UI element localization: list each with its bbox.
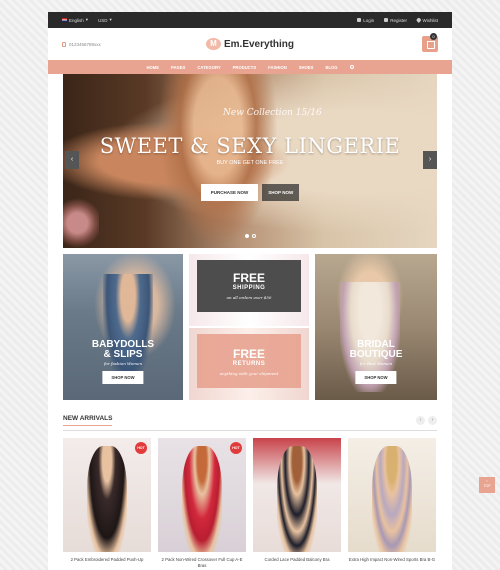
bridal-shop-button[interactable]: SHOP NOW [355,371,397,384]
cart-button[interactable]: 0 [422,33,438,52]
free-shipping-subtitle: SHIPPING [232,285,266,291]
register-label: Register [390,17,407,23]
new-arrivals-header: NEW ARRIVALS ‹ › [63,415,437,426]
hero-buttons: PURCHASE NOW SHOP NOW [63,184,437,201]
product-model-image [277,446,317,552]
babydolls-shop-button[interactable]: SHOP NOW [102,371,144,384]
babydolls-banner[interactable]: BABYDOLLS & SLIPS for fashion Women SHOP… [63,254,183,400]
product-model-image [372,446,412,552]
nav-item-shoes[interactable]: SHOES [299,65,314,70]
free-returns-banner[interactable]: FREE RETURNS anything with your shipment [189,328,309,400]
product-model-image [87,446,127,552]
slider-dot[interactable] [245,234,249,238]
phone-number: 0123456789xxx [69,41,101,47]
language-selector[interactable]: English ▾ [62,17,88,23]
product-model-image [182,446,222,552]
free-returns-subtitle: RETURNS [232,361,266,367]
slider-dot[interactable] [252,234,256,238]
main-nav: HOME PAGES CATEGORY PRODUCTS FASHION SHO… [48,60,452,74]
chevron-left-icon[interactable]: ‹ [416,416,425,425]
product-name[interactable]: Extra High Impact Non-Wired Sports Bra B… [348,557,436,563]
phone-icon [62,41,66,47]
hot-badge: HOT [230,442,242,454]
language-label: English [69,17,84,23]
product-image[interactable] [348,438,436,552]
header: 0123456789xxx M Em.Everything 0 [48,28,452,60]
product-card[interactable]: Corded Lace Padded Balcony Bra [253,438,341,568]
product-card[interactable]: HOT 2 Pack Embroidered Padded Push-Up [63,438,151,568]
product-card[interactable]: Extra High Impact Non-Wired Sports Bra B… [348,438,436,568]
product-name[interactable]: Corded Lace Padded Balcony Bra [253,557,341,563]
chevron-right-icon[interactable]: › [428,416,437,425]
slider-next-icon[interactable]: › [423,151,437,169]
logo-text: Em.Everything [223,38,295,50]
chevron-down-icon: ▾ [85,17,89,22]
free-returns-caption: anything with your shipment [219,371,279,376]
shop-now-button[interactable]: SHOP NOW [262,184,300,201]
hero-slider: New Collection 15/16 SWEET & SEXY LINGER… [63,74,437,248]
wishlist-link[interactable]: Wishlist [416,17,439,23]
free-returns-title: FREE [232,347,265,361]
hero-title: SWEET & SEXY LINGERIE [99,134,401,158]
back-to-top-label: TOP [483,484,491,489]
back-to-top-button[interactable]: ⌃ TOP [479,477,495,493]
divider [63,430,437,431]
product-card[interactable]: HOT 2 Pack Non-Wired Crossover Full Cup … [158,438,246,568]
uk-flag-icon [62,18,67,22]
nav-item-pages[interactable]: PAGES [171,65,185,70]
top-bar: English ▾ USD ▾ Login Register Wishlist [48,12,452,28]
cart-count-badge: 0 [430,33,437,40]
nav-item-fashion[interactable]: FASHION [268,65,287,70]
currency-selector[interactable]: USD ▾ [98,17,112,23]
nav-item-home[interactable]: HOME [146,65,159,70]
page: English ▾ USD ▾ Login Register Wishlist [48,12,452,570]
slider-dots [245,234,256,238]
hero-flowers-image [63,198,99,248]
product-image[interactable]: HOT [63,438,151,552]
hero-subtitle: BUY ONE GET ONE FREE [216,160,284,166]
bridal-title-2: BOUTIQUE [349,349,403,360]
nav-item-category[interactable]: CATEGORY [197,65,220,70]
search-icon[interactable] [349,65,354,69]
wishlist-label: Wishlist [422,17,439,23]
product-name[interactable]: 2 Pack Non-Wired Crossover Full Cup A-E … [158,557,246,568]
bridal-banner[interactable]: BRIDAL BOUTIQUE for Best Women SHOP NOW [315,254,437,400]
promo-banners: BABYDOLLS & SLIPS for fashion Women SHOP… [63,254,437,400]
babydolls-caption: for fashion Women [103,361,143,366]
slider-prev-icon[interactable]: ‹ [65,151,79,169]
logo-icon: M [205,38,221,50]
product-name[interactable]: 2 Pack Embroidered Padded Push-Up [63,557,151,563]
register-icon [384,18,389,22]
chevron-down-icon: ▾ [109,17,112,22]
new-arrivals-nav: ‹ › [416,416,437,425]
currency-label: USD [98,17,108,23]
nav-item-products[interactable]: PRODUCTS [233,65,257,70]
hot-badge: HOT [135,442,147,454]
register-link[interactable]: Register [384,18,407,23]
login-link[interactable]: Login [357,18,374,23]
hero-script-text: New Collection 15/16 [223,108,322,118]
purchase-now-button[interactable]: PURCHASE NOW [200,184,259,201]
product-image[interactable] [253,438,341,552]
bridal-caption: for Best Women [359,361,393,366]
free-shipping-caption: on all orders over $50 [226,295,272,300]
free-shipping-title: FREE [232,271,265,285]
product-list: HOT 2 Pack Embroidered Padded Push-Up HO… [63,438,437,568]
heart-icon [416,17,422,23]
logo[interactable]: M Em.Everything [205,38,295,50]
babydolls-title-2: & SLIPS [103,349,143,360]
babydoll-model-image [103,274,153,384]
login-label: Login [363,17,375,23]
nav-item-blog[interactable]: BLOG [325,65,337,70]
product-image[interactable]: HOT [158,438,246,552]
new-arrivals-title: NEW ARRIVALS [63,415,113,426]
free-shipping-banner[interactable]: FREE SHIPPING on all orders over $50 [189,254,309,326]
user-icon [357,18,362,22]
phone-info: 0123456789xxx [62,41,101,47]
